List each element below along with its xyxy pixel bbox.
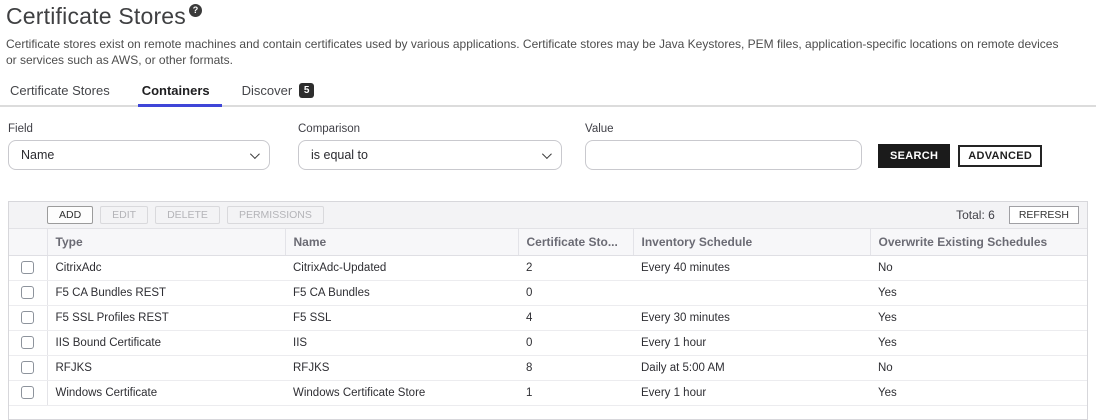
comparison-label: Comparison xyxy=(298,123,562,135)
containers-table: Type Name Certificate Sto... Inventory S… xyxy=(9,229,1087,406)
cell-overwrite: Yes xyxy=(870,380,1087,405)
field-select-value: Name xyxy=(21,148,54,162)
row-checkbox[interactable] xyxy=(21,361,34,374)
cell-name: IIS xyxy=(285,330,518,355)
row-checkbox[interactable] xyxy=(21,261,34,274)
discover-count-badge: 5 xyxy=(299,83,314,98)
comparison-select-value: is equal to xyxy=(311,148,368,162)
cell-count: 0 xyxy=(518,330,633,355)
search-button[interactable]: SEARCH xyxy=(878,144,950,168)
tab-certificate-stores-label: Certificate Stores xyxy=(10,83,110,98)
chevron-down-icon xyxy=(250,149,260,159)
refresh-button[interactable]: REFRESH xyxy=(1009,206,1079,224)
cell-count: 8 xyxy=(518,355,633,380)
permissions-button[interactable]: PERMISSIONS xyxy=(227,206,324,224)
cell-schedule: Every 1 hour xyxy=(633,380,870,405)
add-button[interactable]: ADD xyxy=(47,206,93,224)
comparison-select[interactable]: is equal to xyxy=(298,140,562,170)
advanced-button[interactable]: ADVANCED xyxy=(958,145,1042,167)
column-header-inventory-schedule[interactable]: Inventory Schedule xyxy=(633,229,870,255)
row-checkbox[interactable] xyxy=(21,336,34,349)
cell-type: Windows Certificate xyxy=(47,380,285,405)
total-count: Total: 6 xyxy=(956,208,995,222)
cell-overwrite: No xyxy=(870,255,1087,280)
table-row[interactable]: IIS Bound Certificate IIS 0 Every 1 hour… xyxy=(9,330,1087,355)
table-row[interactable]: F5 CA Bundles REST F5 CA Bundles 0 Yes xyxy=(9,280,1087,305)
cell-overwrite: No xyxy=(870,355,1087,380)
row-checkbox[interactable] xyxy=(21,386,34,399)
cell-name: CitrixAdc-Updated xyxy=(285,255,518,280)
grid-toolbar: ADD EDIT DELETE PERMISSIONS Total: 6 REF… xyxy=(9,202,1087,229)
cell-count: 0 xyxy=(518,280,633,305)
cell-name: RFJKS xyxy=(285,355,518,380)
cell-type: F5 SSL Profiles REST xyxy=(47,305,285,330)
column-header-name[interactable]: Name xyxy=(285,229,518,255)
page-description: Certificate stores exist on remote machi… xyxy=(6,36,1066,68)
page-title: Certificate Stores xyxy=(6,3,186,30)
cell-schedule: Every 40 minutes xyxy=(633,255,870,280)
cell-schedule: Daily at 5:00 AM xyxy=(633,355,870,380)
cell-name: Windows Certificate Store xyxy=(285,380,518,405)
tab-bar: Certificate Stores Containers Discover 5 xyxy=(0,81,1096,107)
cell-overwrite: Yes xyxy=(870,280,1087,305)
select-column-header xyxy=(9,229,47,255)
cell-type: IIS Bound Certificate xyxy=(47,330,285,355)
tab-containers-label: Containers xyxy=(142,83,210,98)
table-header-row: Type Name Certificate Sto... Inventory S… xyxy=(9,229,1087,255)
cell-type: RFJKS xyxy=(47,355,285,380)
grid-footer xyxy=(9,406,1087,419)
row-checkbox[interactable] xyxy=(21,311,34,324)
tab-discover[interactable]: Discover 5 xyxy=(240,81,317,105)
value-label: Value xyxy=(585,123,862,135)
cell-name: F5 CA Bundles xyxy=(285,280,518,305)
page-header: Certificate Stores ? Certificate stores … xyxy=(0,0,1096,68)
tab-certificate-stores[interactable]: Certificate Stores xyxy=(8,81,112,105)
cell-overwrite: Yes xyxy=(870,305,1087,330)
field-select[interactable]: Name xyxy=(8,140,270,170)
help-icon[interactable]: ? xyxy=(189,4,202,17)
row-checkbox[interactable] xyxy=(21,286,34,299)
certificate-stores-grid: ADD EDIT DELETE PERMISSIONS Total: 6 REF… xyxy=(8,201,1088,420)
column-header-certificate-stores[interactable]: Certificate Sto... xyxy=(518,229,633,255)
column-header-overwrite[interactable]: Overwrite Existing Schedules xyxy=(870,229,1087,255)
tab-containers[interactable]: Containers xyxy=(140,81,212,105)
value-input[interactable] xyxy=(585,140,862,170)
cell-count: 2 xyxy=(518,255,633,280)
cell-schedule: Every 30 minutes xyxy=(633,305,870,330)
delete-button[interactable]: DELETE xyxy=(155,206,220,224)
edit-button[interactable]: EDIT xyxy=(100,206,148,224)
table-row[interactable]: RFJKS RFJKS 8 Daily at 5:00 AM No xyxy=(9,355,1087,380)
cell-overwrite: Yes xyxy=(870,330,1087,355)
chevron-down-icon xyxy=(542,149,552,159)
cell-type: CitrixAdc xyxy=(47,255,285,280)
table-row[interactable]: Windows Certificate Windows Certificate … xyxy=(9,380,1087,405)
cell-count: 1 xyxy=(518,380,633,405)
cell-schedule xyxy=(633,280,870,305)
tab-discover-label: Discover xyxy=(242,83,293,98)
cell-schedule: Every 1 hour xyxy=(633,330,870,355)
filter-bar: Field Name Comparison is equal to Value … xyxy=(0,123,1096,171)
table-row[interactable]: CitrixAdc CitrixAdc-Updated 2 Every 40 m… xyxy=(9,255,1087,280)
column-header-type[interactable]: Type xyxy=(47,229,285,255)
field-label: Field xyxy=(8,123,270,135)
cell-name: F5 SSL xyxy=(285,305,518,330)
cell-type: F5 CA Bundles REST xyxy=(47,280,285,305)
table-row[interactable]: F5 SSL Profiles REST F5 SSL 4 Every 30 m… xyxy=(9,305,1087,330)
cell-count: 4 xyxy=(518,305,633,330)
